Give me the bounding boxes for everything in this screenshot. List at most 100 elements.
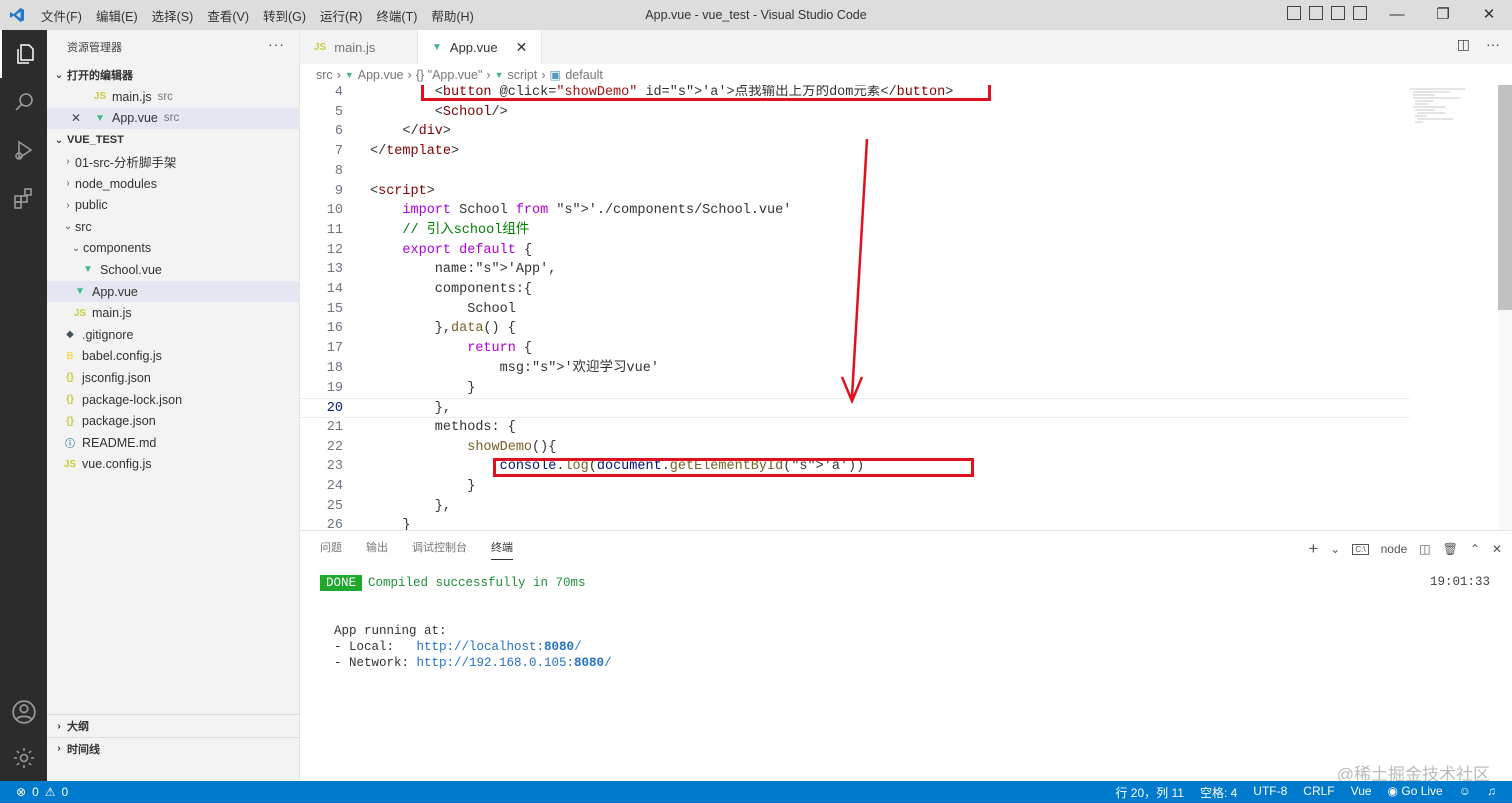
menu-go[interactable]: 转到(G) [256,6,313,25]
menu-edit[interactable]: 编辑(E) [89,6,145,25]
more-actions-icon[interactable]: ··· [268,36,285,52]
network-port[interactable]: 8080 [574,656,604,670]
toggle-secondary-sidebar-icon[interactable] [1331,6,1345,20]
minimize-button[interactable]: — [1374,0,1420,30]
terminal-time: 19:01:33 [1429,575,1490,589]
encoding[interactable]: UTF-8 [1253,784,1287,801]
customize-layout-icon[interactable] [1353,6,1367,20]
language-mode[interactable]: Vue [1351,784,1372,801]
menu-selection[interactable]: 选择(S) [145,6,201,25]
timeline-section[interactable]: › 时间线 [47,737,300,759]
panel-tab-problems[interactable]: 问题 [320,539,342,560]
open-editors-section[interactable]: ⌄ 打开的编辑器 [47,64,299,86]
notifications-bell-icon[interactable]: ♫ [1487,784,1496,801]
scrollbar-thumb[interactable] [1498,85,1512,310]
terminal-name[interactable]: node [1381,542,1408,556]
breadcrumb-src[interactable]: src [316,68,333,82]
chevron-right-icon: › [57,720,61,732]
project-section[interactable]: ⌄ VUE_TEST [47,129,299,151]
chevron-right-icon: › [541,67,546,82]
toggle-panel-icon[interactable] [1309,6,1323,20]
explorer-sidebar: 资源管理器 ··· ⌄ 打开的编辑器 JS main.js src ✕ ▼ App… [47,30,300,781]
close-window-button[interactable]: ✕ [1466,0,1512,30]
chevron-right-icon: › [66,178,70,190]
breadcrumb-file[interactable]: App.vue [358,68,404,82]
breadcrumb-script[interactable]: script [507,68,537,82]
extensions-icon[interactable] [0,174,47,222]
json-icon: {} [66,394,74,406]
vue-icon: ▼ [95,112,105,124]
breadcrumb-module[interactable]: {} "App.vue" [416,68,483,82]
tab-app-vue[interactable]: ▼ App.vue ✕ [418,30,543,64]
restore-button[interactable]: ❐ [1420,0,1466,30]
chevron-right-icon: › [407,67,412,82]
network-url[interactable]: http://192.168.0.105: [417,656,575,670]
terminal-output[interactable]: DONE Compiled successfully in 70ms App ru… [320,575,612,671]
tree-folder-src[interactable]: ⌄ src [47,216,299,238]
code-editor[interactable]: 4 <button @click="showDemo" id="s">'a'>点… [300,85,1512,530]
tree-file-main-js[interactable]: JS main.js [47,302,299,324]
more-actions-icon[interactable]: ··· [1486,36,1500,53]
tree-file-package-json[interactable]: {} package.json [47,410,299,432]
editor-tabs: JS main.js ▼ App.vue ✕ [300,30,1512,64]
breadcrumb-default[interactable]: default [565,68,603,82]
feedback-icon[interactable]: ☺ [1459,784,1471,801]
local-port[interactable]: 8080 [544,640,574,654]
split-editor-icon[interactable]: ◫ [1457,36,1470,53]
local-url[interactable]: http://localhost: [417,640,545,654]
menu-help[interactable]: 帮助(H) [424,6,480,25]
tree-file-app-vue[interactable]: ▼ App.vue [47,280,299,303]
explorer-icon[interactable] [0,30,47,78]
panel-tab-debug-console[interactable]: 调试控制台 [412,539,467,560]
account-icon[interactable] [0,688,47,736]
chevron-right-icon: › [66,199,70,211]
close-tab-icon[interactable]: ✕ [516,39,528,56]
open-editor-app-vue[interactable]: ✕ ▼ App.vue src [47,107,299,130]
tree-file-readme[interactable]: ⓘ README.md [47,432,299,454]
run-debug-icon[interactable] [0,126,47,174]
panel-tab-terminal[interactable]: 终端 [491,539,513,560]
menu-bar: 文件(F) 编辑(E) 选择(S) 查看(V) 转到(G) 运行(R) 终端(T… [34,6,481,25]
trash-icon[interactable]: 🗑 [1443,542,1458,556]
tree-folder-node-modules[interactable]: › node_modules [47,173,299,195]
settings-gear-icon[interactable] [0,734,47,782]
menu-file[interactable]: 文件(F) [34,6,89,25]
tree-file-jsconfig[interactable]: {} jsconfig.json [47,367,299,389]
indentation[interactable]: 空格: 4 [1200,784,1237,801]
go-live-button[interactable]: ◉ Go Live [1388,784,1443,801]
tree-folder-components[interactable]: ⌄ components [47,238,299,260]
menu-view[interactable]: 查看(V) [200,6,256,25]
split-terminal-icon[interactable]: ◫ [1419,542,1430,556]
js-icon: JS [63,458,77,470]
new-terminal-icon[interactable]: + [1308,539,1318,559]
close-panel-icon[interactable]: ✕ [1492,542,1502,556]
tree-file-vue-config[interactable]: JS vue.config.js [47,454,299,476]
tree-file-gitignore[interactable]: ◆ .gitignore [47,324,299,346]
editor-scrollbar[interactable] [1498,85,1512,530]
line-ending[interactable]: CRLF [1303,784,1334,801]
tree-folder-01-src[interactable]: › 01-src-分析脚手架 [47,151,299,173]
tree-file-package-lock[interactable]: {} package-lock.json [47,389,299,411]
maximize-panel-icon[interactable]: ⌃ [1470,542,1480,556]
menu-terminal[interactable]: 终端(T) [369,6,424,25]
json-icon: {} [66,372,74,384]
tab-main-js[interactable]: JS main.js [300,30,418,64]
cursor-position[interactable]: 行 20，列 11 [1115,784,1183,801]
search-icon[interactable] [0,78,47,126]
tree-file-school-vue[interactable]: ▼ School.vue [47,259,299,281]
open-editor-main-js[interactable]: JS main.js src [47,86,299,108]
tree-file-babel-config[interactable]: Bbabel.config.js [47,346,299,368]
chevron-right-icon: › [486,67,491,82]
vue-icon: ▼ [432,41,442,53]
outline-section[interactable]: › 大纲 [47,715,300,737]
panel-tab-output[interactable]: 输出 [366,539,388,560]
chevron-down-icon: ⌄ [54,134,64,146]
problems-status[interactable]: ⊗ 0 ⚠ 0 [16,785,68,799]
tree-folder-public[interactable]: › public [47,194,299,216]
minimap[interactable] [1405,85,1500,145]
close-icon[interactable]: ✕ [71,111,91,125]
menu-run[interactable]: 运行(R) [313,6,369,25]
toggle-sidebar-icon[interactable] [1287,6,1301,20]
chevron-down-icon[interactable]: ⌄ [1330,542,1340,556]
chevron-right-icon: › [336,67,341,82]
